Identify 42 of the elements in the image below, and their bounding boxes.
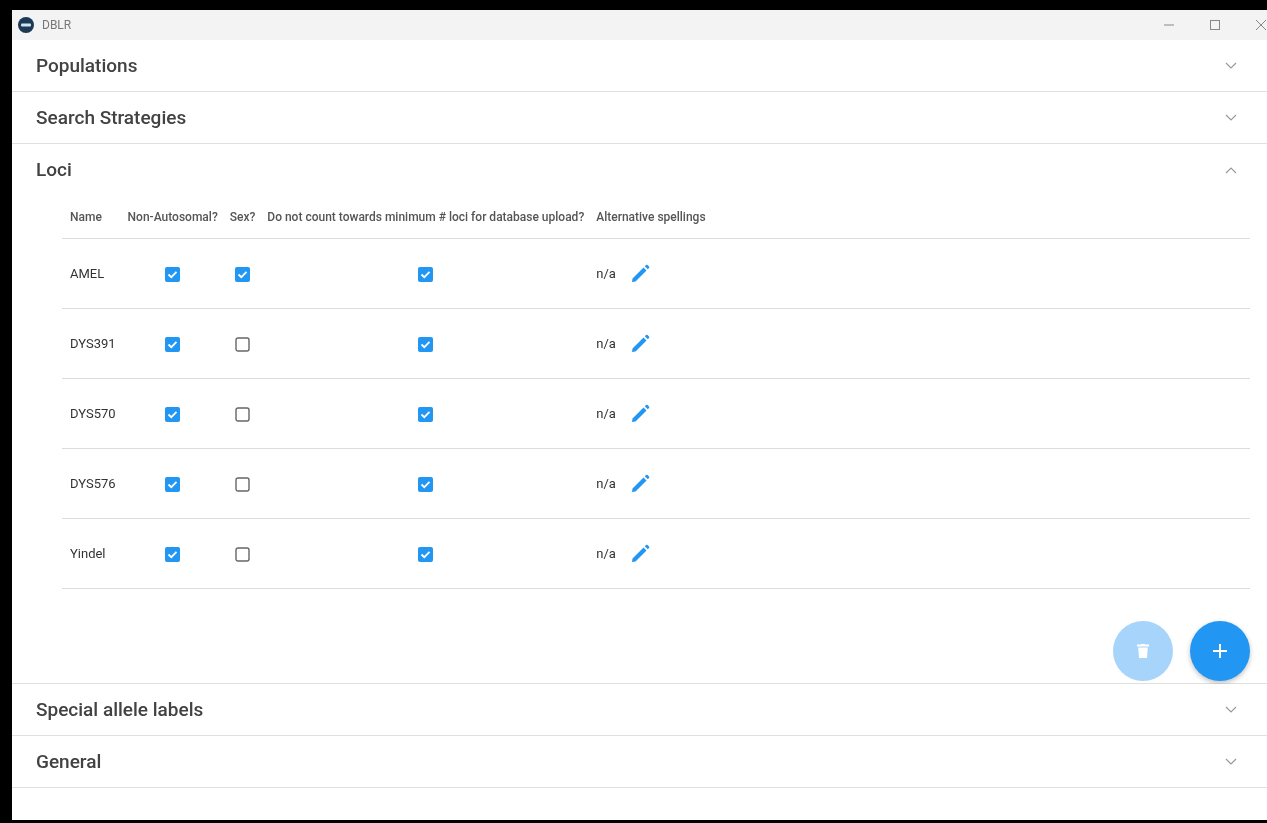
column-header: Alternative spellings (588, 195, 1250, 239)
checked-checkbox[interactable] (418, 476, 434, 492)
app-logo-icon (18, 17, 34, 33)
column-header: Sex? (221, 195, 260, 239)
column-header: Non-Autosomal? (119, 195, 222, 239)
checked-checkbox[interactable] (235, 266, 250, 282)
checked-checkbox[interactable] (418, 266, 434, 282)
checked-checkbox[interactable] (418, 336, 434, 352)
alternative-spellings-text: n/a (596, 266, 616, 281)
locus-name: AMEL (70, 266, 105, 281)
alternative-spellings-text: n/a (596, 546, 616, 561)
unchecked-checkbox[interactable] (235, 546, 250, 562)
checked-checkbox[interactable] (165, 546, 181, 562)
edit-icon[interactable] (629, 403, 650, 424)
column-header: Do not count towards minimum # loci for database upload? (259, 195, 589, 239)
plus-icon (1213, 644, 1227, 658)
alternative-spellings-text: n/a (596, 406, 616, 421)
locus-name: DYS570 (70, 406, 116, 421)
checked-checkbox[interactable] (165, 336, 181, 352)
locus-name: DYS576 (70, 476, 116, 491)
edit-icon[interactable] (629, 543, 650, 564)
unchecked-checkbox[interactable] (235, 476, 250, 492)
unchecked-checkbox[interactable] (235, 336, 250, 352)
checked-checkbox[interactable] (165, 476, 181, 492)
window-title: DBLR (42, 18, 72, 32)
close-icon[interactable] (1255, 19, 1267, 31)
checked-checkbox[interactable] (418, 546, 434, 562)
checked-checkbox[interactable] (165, 406, 181, 422)
alternative-spellings-text: n/a (596, 476, 616, 491)
alternative-spellings-text: n/a (596, 336, 616, 351)
unchecked-checkbox[interactable] (235, 406, 250, 422)
trash-icon (1137, 644, 1149, 658)
edit-icon[interactable] (629, 263, 650, 284)
maximize-icon[interactable] (1209, 19, 1221, 31)
edit-icon[interactable] (629, 333, 650, 354)
checked-checkbox[interactable] (165, 266, 181, 282)
locus-name: DYS391 (70, 336, 116, 351)
add-button[interactable] (1190, 621, 1250, 681)
locus-name: Yindel (70, 546, 106, 561)
checked-checkbox[interactable] (418, 406, 434, 422)
edit-icon[interactable] (629, 473, 650, 494)
column-header: Name (62, 195, 120, 239)
